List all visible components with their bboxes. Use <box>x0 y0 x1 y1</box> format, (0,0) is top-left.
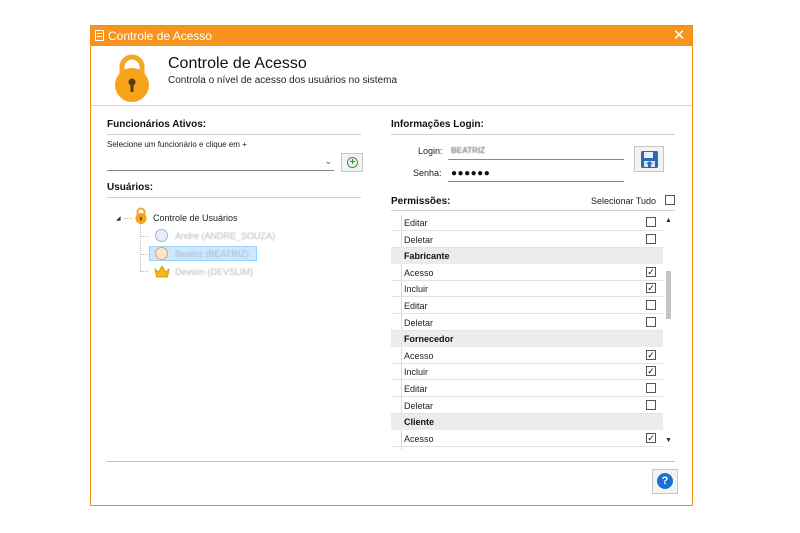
password-field[interactable]: ●●●●●● <box>451 168 490 179</box>
scroll-up-icon[interactable]: ▲ <box>665 217 672 224</box>
permission-row[interactable]: Deletar <box>391 232 663 248</box>
permission-label: Deletar <box>404 234 434 245</box>
permission-row[interactable]: Incluir ✓ <box>391 364 663 381</box>
password-underline <box>448 181 624 182</box>
permission-group-label: Cliente <box>404 417 435 428</box>
padlock-icon <box>115 54 149 102</box>
tree-user-item[interactable]: Devsim (DEVSLIM) <box>175 267 253 277</box>
permission-label: Editar <box>404 301 428 311</box>
save-icon <box>641 151 658 168</box>
padlock-small-icon <box>135 207 147 224</box>
close-button[interactable]: ✕ <box>672 26 686 46</box>
select-all-checkbox[interactable] <box>665 195 675 205</box>
permission-label: Deletar <box>404 400 434 411</box>
funcionarios-hint: Selecione um funcionário e clique em + <box>107 140 247 149</box>
funcionarios-divider <box>107 134 361 135</box>
permissions-scrollbar[interactable]: ▲ ▼ <box>664 215 674 450</box>
login-section-title: Informações Login: <box>391 119 484 130</box>
permission-group-header: Fabricante <box>391 248 663 265</box>
tree-connector <box>140 236 148 237</box>
permission-group-header: Cliente <box>391 414 663 431</box>
footer-divider <box>107 461 675 462</box>
permission-checkbox-checked[interactable]: ✓ <box>646 349 656 360</box>
scrollbar-thumb[interactable] <box>666 271 671 319</box>
permission-checkbox-checked[interactable]: ✓ <box>646 283 656 294</box>
permission-label: Acesso <box>404 350 434 361</box>
permissoes-section-title: Permissões: <box>391 196 451 207</box>
login-divider <box>391 134 675 135</box>
permission-group-label: Fabricante <box>404 251 450 262</box>
tree-connector <box>140 271 148 272</box>
title-bar[interactable]: Controle de Acesso ✕ <box>91 26 692 46</box>
login-label: Login: <box>418 146 443 156</box>
app-window-icon <box>95 30 104 41</box>
permission-label: Incluir <box>404 367 429 378</box>
access-control-window: Controle de Acesso ✕ Controle de Acesso … <box>90 25 693 506</box>
permission-label: Acesso <box>404 433 434 444</box>
login-underline <box>448 159 624 160</box>
save-button[interactable] <box>634 146 664 172</box>
usuarios-divider <box>107 197 361 198</box>
chevron-down-icon[interactable]: ⌄ <box>324 156 332 167</box>
page-title: Controle de Acesso <box>168 55 307 72</box>
permission-checkbox[interactable] <box>646 217 656 227</box>
permission-row[interactable]: Acesso ✓ <box>391 265 663 281</box>
permission-row[interactable]: Editar <box>391 215 663 231</box>
permission-label: Acesso <box>404 267 434 278</box>
tree-connector <box>124 218 132 219</box>
permission-label: Editar <box>404 218 428 228</box>
permissions-list: Editar Deletar Fabricante Acesso ✓ Incluir ✓ Ed… <box>391 215 677 450</box>
permission-checkbox[interactable] <box>646 383 656 393</box>
permission-label: Deletar <box>404 317 434 328</box>
permission-checkbox-checked[interactable]: ✓ <box>646 266 656 277</box>
permission-row[interactable]: Deletar <box>391 398 663 414</box>
help-icon: ? <box>657 473 673 489</box>
header-divider <box>91 105 692 106</box>
tree-expand-toggle[interactable]: ◢ <box>116 215 121 222</box>
permission-group-header: Fornecedor <box>391 331 663 348</box>
permission-row[interactable]: Deletar <box>391 315 663 331</box>
select-all-label[interactable]: Selecionar Tudo <box>591 196 656 206</box>
login-field[interactable]: BEATRIZ <box>451 146 485 155</box>
permission-row[interactable]: Acesso ✓ <box>391 431 663 447</box>
tree-user-item-selected[interactable]: Beatriz (BEATRIZ) <box>175 249 249 259</box>
help-button[interactable]: ? <box>652 469 678 494</box>
permissoes-divider <box>391 210 675 211</box>
funcionarios-section-title: Funcionários Ativos: <box>107 119 207 130</box>
add-user-button[interactable]: + <box>341 153 363 172</box>
tree-user-item[interactable]: Andre (ANDRE_SOUZA) <box>175 231 275 241</box>
permission-label: Incluir <box>404 284 429 295</box>
funcionario-dropdown[interactable]: ⌄ <box>107 155 334 171</box>
window-title: Controle de Acesso <box>108 29 213 43</box>
permission-row[interactable]: Editar <box>391 381 663 397</box>
scroll-down-icon[interactable]: ▼ <box>665 437 672 444</box>
permission-row[interactable]: Editar <box>391 298 663 314</box>
permission-checkbox[interactable] <box>646 233 656 244</box>
tree-connector <box>140 254 148 255</box>
permission-checkbox-checked[interactable]: ✓ <box>646 432 656 443</box>
tree-root-label[interactable]: Controle de Usuários <box>153 213 238 223</box>
permission-checkbox[interactable] <box>646 316 656 327</box>
page-subtitle: Controla o nível de acesso dos usuários … <box>168 75 398 86</box>
permission-group-label: Fornecedor <box>404 334 454 345</box>
permission-row[interactable]: Incluir ✓ <box>391 281 663 298</box>
usuarios-section-title: Usuários: <box>107 182 154 193</box>
permission-label: Editar <box>404 384 428 394</box>
tree-connector-vertical <box>140 224 141 271</box>
crown-icon <box>154 265 170 278</box>
user-female-icon <box>155 247 168 260</box>
plus-icon: + <box>347 157 358 168</box>
permission-row[interactable]: Acesso ✓ <box>391 348 663 364</box>
permission-checkbox[interactable] <box>646 300 656 310</box>
user-icon <box>155 229 168 242</box>
permission-checkbox-checked[interactable]: ✓ <box>646 366 656 377</box>
senha-label: Senha: <box>413 168 442 178</box>
permission-checkbox[interactable] <box>646 399 656 410</box>
